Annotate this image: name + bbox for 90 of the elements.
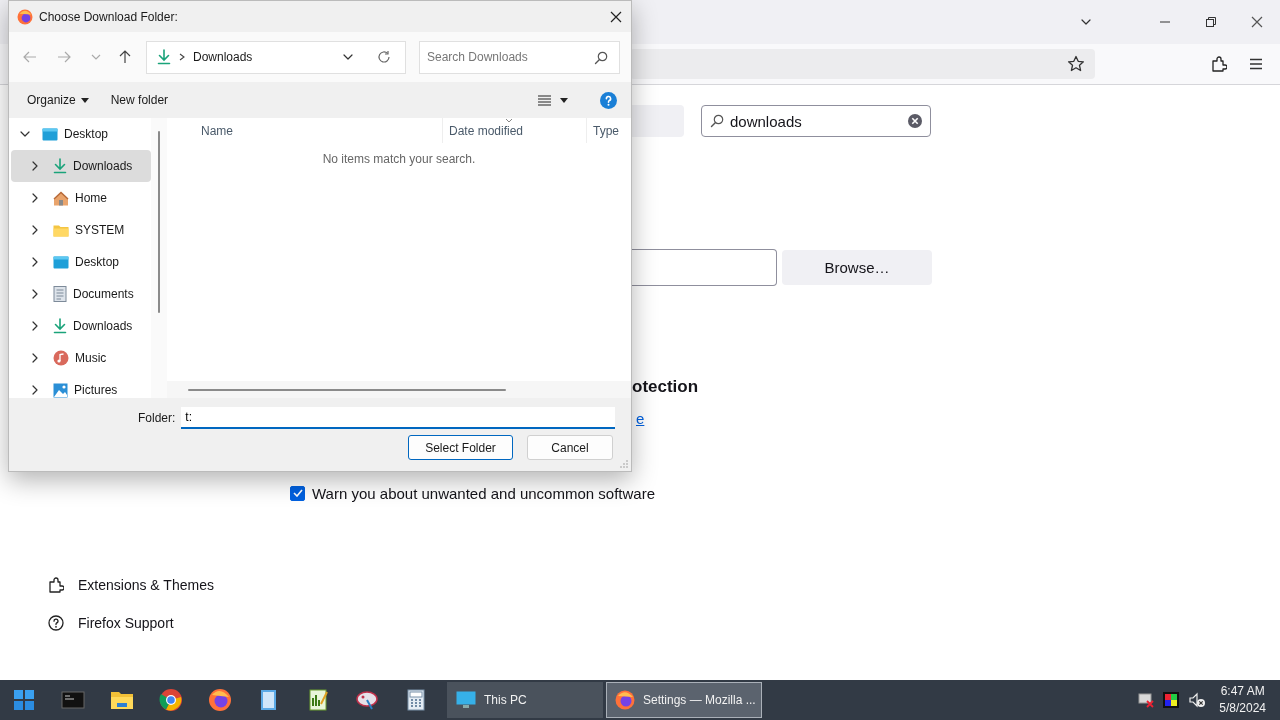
folder-icon [53, 223, 69, 237]
tree-item[interactable]: Pictures [11, 374, 151, 398]
chevron-right-icon[interactable] [31, 257, 39, 267]
folder-label: Folder: [138, 411, 176, 425]
sort-caret-icon [505, 118, 513, 123]
tree-item[interactable]: SYSTEM [11, 214, 151, 246]
sidebar-link[interactable]: Extensions & Themes [78, 577, 214, 593]
music-icon [53, 350, 69, 366]
list-tabs-icon[interactable] [1081, 18, 1091, 26]
caret-icon [560, 97, 568, 103]
refresh-icon[interactable] [377, 50, 391, 64]
tree-item[interactable]: Downloads [11, 150, 151, 182]
desktop-icon [53, 255, 69, 269]
chevron-right-icon[interactable] [31, 385, 39, 395]
sidebar-link[interactable]: Firefox Support [78, 615, 174, 631]
breadcrumb[interactable]: Downloads [193, 50, 253, 64]
up-icon[interactable] [119, 50, 131, 64]
monitor-icon [456, 691, 476, 709]
section-heading: otection [632, 377, 699, 397]
bookmark-star-icon[interactable] [1067, 55, 1085, 73]
column-header[interactable]: Type [587, 118, 631, 143]
chart-editor-icon[interactable] [306, 688, 330, 712]
help-icon[interactable] [600, 91, 617, 109]
search-icon [710, 114, 724, 128]
firefox-icon [615, 690, 635, 710]
home-icon [53, 190, 69, 206]
caret-icon [80, 97, 89, 103]
help-icon [48, 615, 64, 631]
column-header[interactable]: Date modified [443, 118, 587, 143]
firefox-icon[interactable] [208, 688, 232, 712]
checkbox[interactable] [290, 485, 305, 501]
tree-item[interactable]: Music [11, 342, 151, 374]
download-icon [53, 318, 67, 334]
chevron-down-icon[interactable] [20, 130, 30, 138]
restore-icon[interactable] [1205, 16, 1217, 28]
close-icon[interactable] [1251, 16, 1263, 28]
scrollbar-thumb[interactable] [158, 131, 160, 313]
close-icon[interactable] [610, 10, 622, 23]
organize-menu[interactable]: Organize [19, 89, 97, 111]
chevron-right-icon[interactable] [31, 289, 39, 299]
select-folder-button[interactable]: Select Folder [408, 435, 513, 460]
taskbar-button[interactable]: Settings — Mozilla ... [606, 682, 762, 718]
scrollbar-thumb[interactable] [188, 388, 506, 391]
firefox-icon [17, 8, 33, 25]
desktop-icon [42, 127, 58, 141]
browse-button[interactable]: Browse… [782, 250, 932, 285]
taskbar-button[interactable]: This PC [447, 682, 603, 718]
learn-more-link[interactable]: e [636, 409, 645, 427]
list-view-icon [538, 94, 551, 106]
tree-item[interactable]: Documents [11, 278, 151, 310]
folder-field[interactable]: t: [181, 407, 616, 429]
address-bar[interactable]: Downloads [146, 40, 406, 74]
tree-item[interactable]: Downloads [11, 310, 151, 342]
chevron-right-icon[interactable] [31, 353, 39, 363]
clock-time[interactable]: 6:47 AM [1220, 683, 1265, 700]
address-dropdown-icon[interactable] [343, 53, 353, 61]
empty-message: No items match your search. [321, 152, 477, 166]
chevron-right-icon[interactable] [31, 193, 39, 203]
calculator-icon[interactable] [404, 688, 428, 712]
column-header[interactable]: Name [167, 118, 443, 143]
download-icon [53, 158, 67, 174]
start-icon[interactable] [12, 688, 36, 712]
cancel-button[interactable]: Cancel [527, 435, 613, 460]
tree-item[interactable]: Desktop [11, 118, 151, 150]
color-icon[interactable] [1163, 692, 1180, 708]
search-field[interactable]: Search Downloads [419, 40, 620, 74]
resize-grip-icon[interactable] [620, 460, 628, 468]
volume-muted-icon[interactable] [1188, 692, 1207, 708]
menu-icon[interactable] [1249, 58, 1263, 70]
chevron-right-icon [179, 53, 185, 61]
search-field[interactable]: downloads [701, 105, 931, 137]
paint-icon[interactable] [355, 688, 379, 712]
chevron-right-icon[interactable] [31, 161, 39, 171]
checkbox-label: Warn you about unwanted and uncommon software [312, 484, 655, 502]
extensions-icon[interactable] [1211, 56, 1227, 72]
puzzle-icon [48, 577, 64, 593]
search-icon [594, 50, 608, 65]
tree-item[interactable]: Home [11, 182, 151, 214]
network-icon[interactable] [1138, 692, 1155, 708]
terminal-icon[interactable] [61, 688, 85, 712]
download-icon [157, 49, 171, 65]
window-title: Choose Download Folder: [39, 9, 178, 24]
new-folder-button[interactable]: New folder [102, 89, 177, 111]
chevron-right-icon[interactable] [31, 225, 39, 235]
clear-icon[interactable] [907, 113, 923, 129]
tree-item[interactable]: Desktop [11, 246, 151, 278]
chevron-right-icon[interactable] [31, 321, 39, 331]
clock-date[interactable]: 5/8/2024 [1219, 700, 1266, 717]
document-icon [53, 286, 67, 302]
browser-icon[interactable] [159, 688, 183, 712]
